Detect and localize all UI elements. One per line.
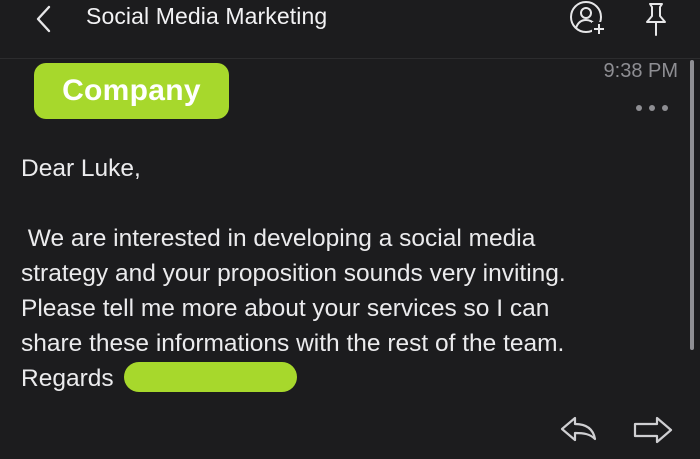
body-line: Please tell me more about your services … <box>21 295 550 322</box>
sender-badge: Company <box>34 63 229 119</box>
more-horizontal-icon <box>636 105 668 111</box>
signoff: Regards <box>21 365 114 392</box>
signoff-line: Regards <box>21 361 681 396</box>
scrollbar[interactable] <box>690 60 694 350</box>
sender-label: Company <box>62 74 201 107</box>
reply-button[interactable] <box>556 411 600 449</box>
message-timestamp: 9:38 PM <box>603 60 678 82</box>
chevron-left-icon <box>36 5 51 33</box>
body-line: We are interested in developing a social… <box>21 225 536 252</box>
more-options-button[interactable] <box>628 96 676 120</box>
navigation-bar: Social Media Marketing <box>0 0 700 59</box>
conversation-title: Social Media Marketing <box>86 3 328 29</box>
forward-icon <box>633 416 673 444</box>
redacted-signature <box>123 362 297 392</box>
add-contact-icon <box>570 1 606 36</box>
pin-icon <box>646 3 666 36</box>
body-line: strategy and your proposition sounds ver… <box>21 260 566 287</box>
greeting: Dear Luke, <box>21 155 141 182</box>
back-button[interactable] <box>24 0 64 38</box>
reply-icon <box>560 416 597 442</box>
pin-button[interactable] <box>634 0 678 38</box>
message-body: Dear Luke, We are interested in developi… <box>21 151 681 396</box>
forward-button[interactable] <box>630 411 676 449</box>
add-contact-button[interactable] <box>565 0 609 38</box>
body-line: share these informations with the rest o… <box>21 330 565 357</box>
